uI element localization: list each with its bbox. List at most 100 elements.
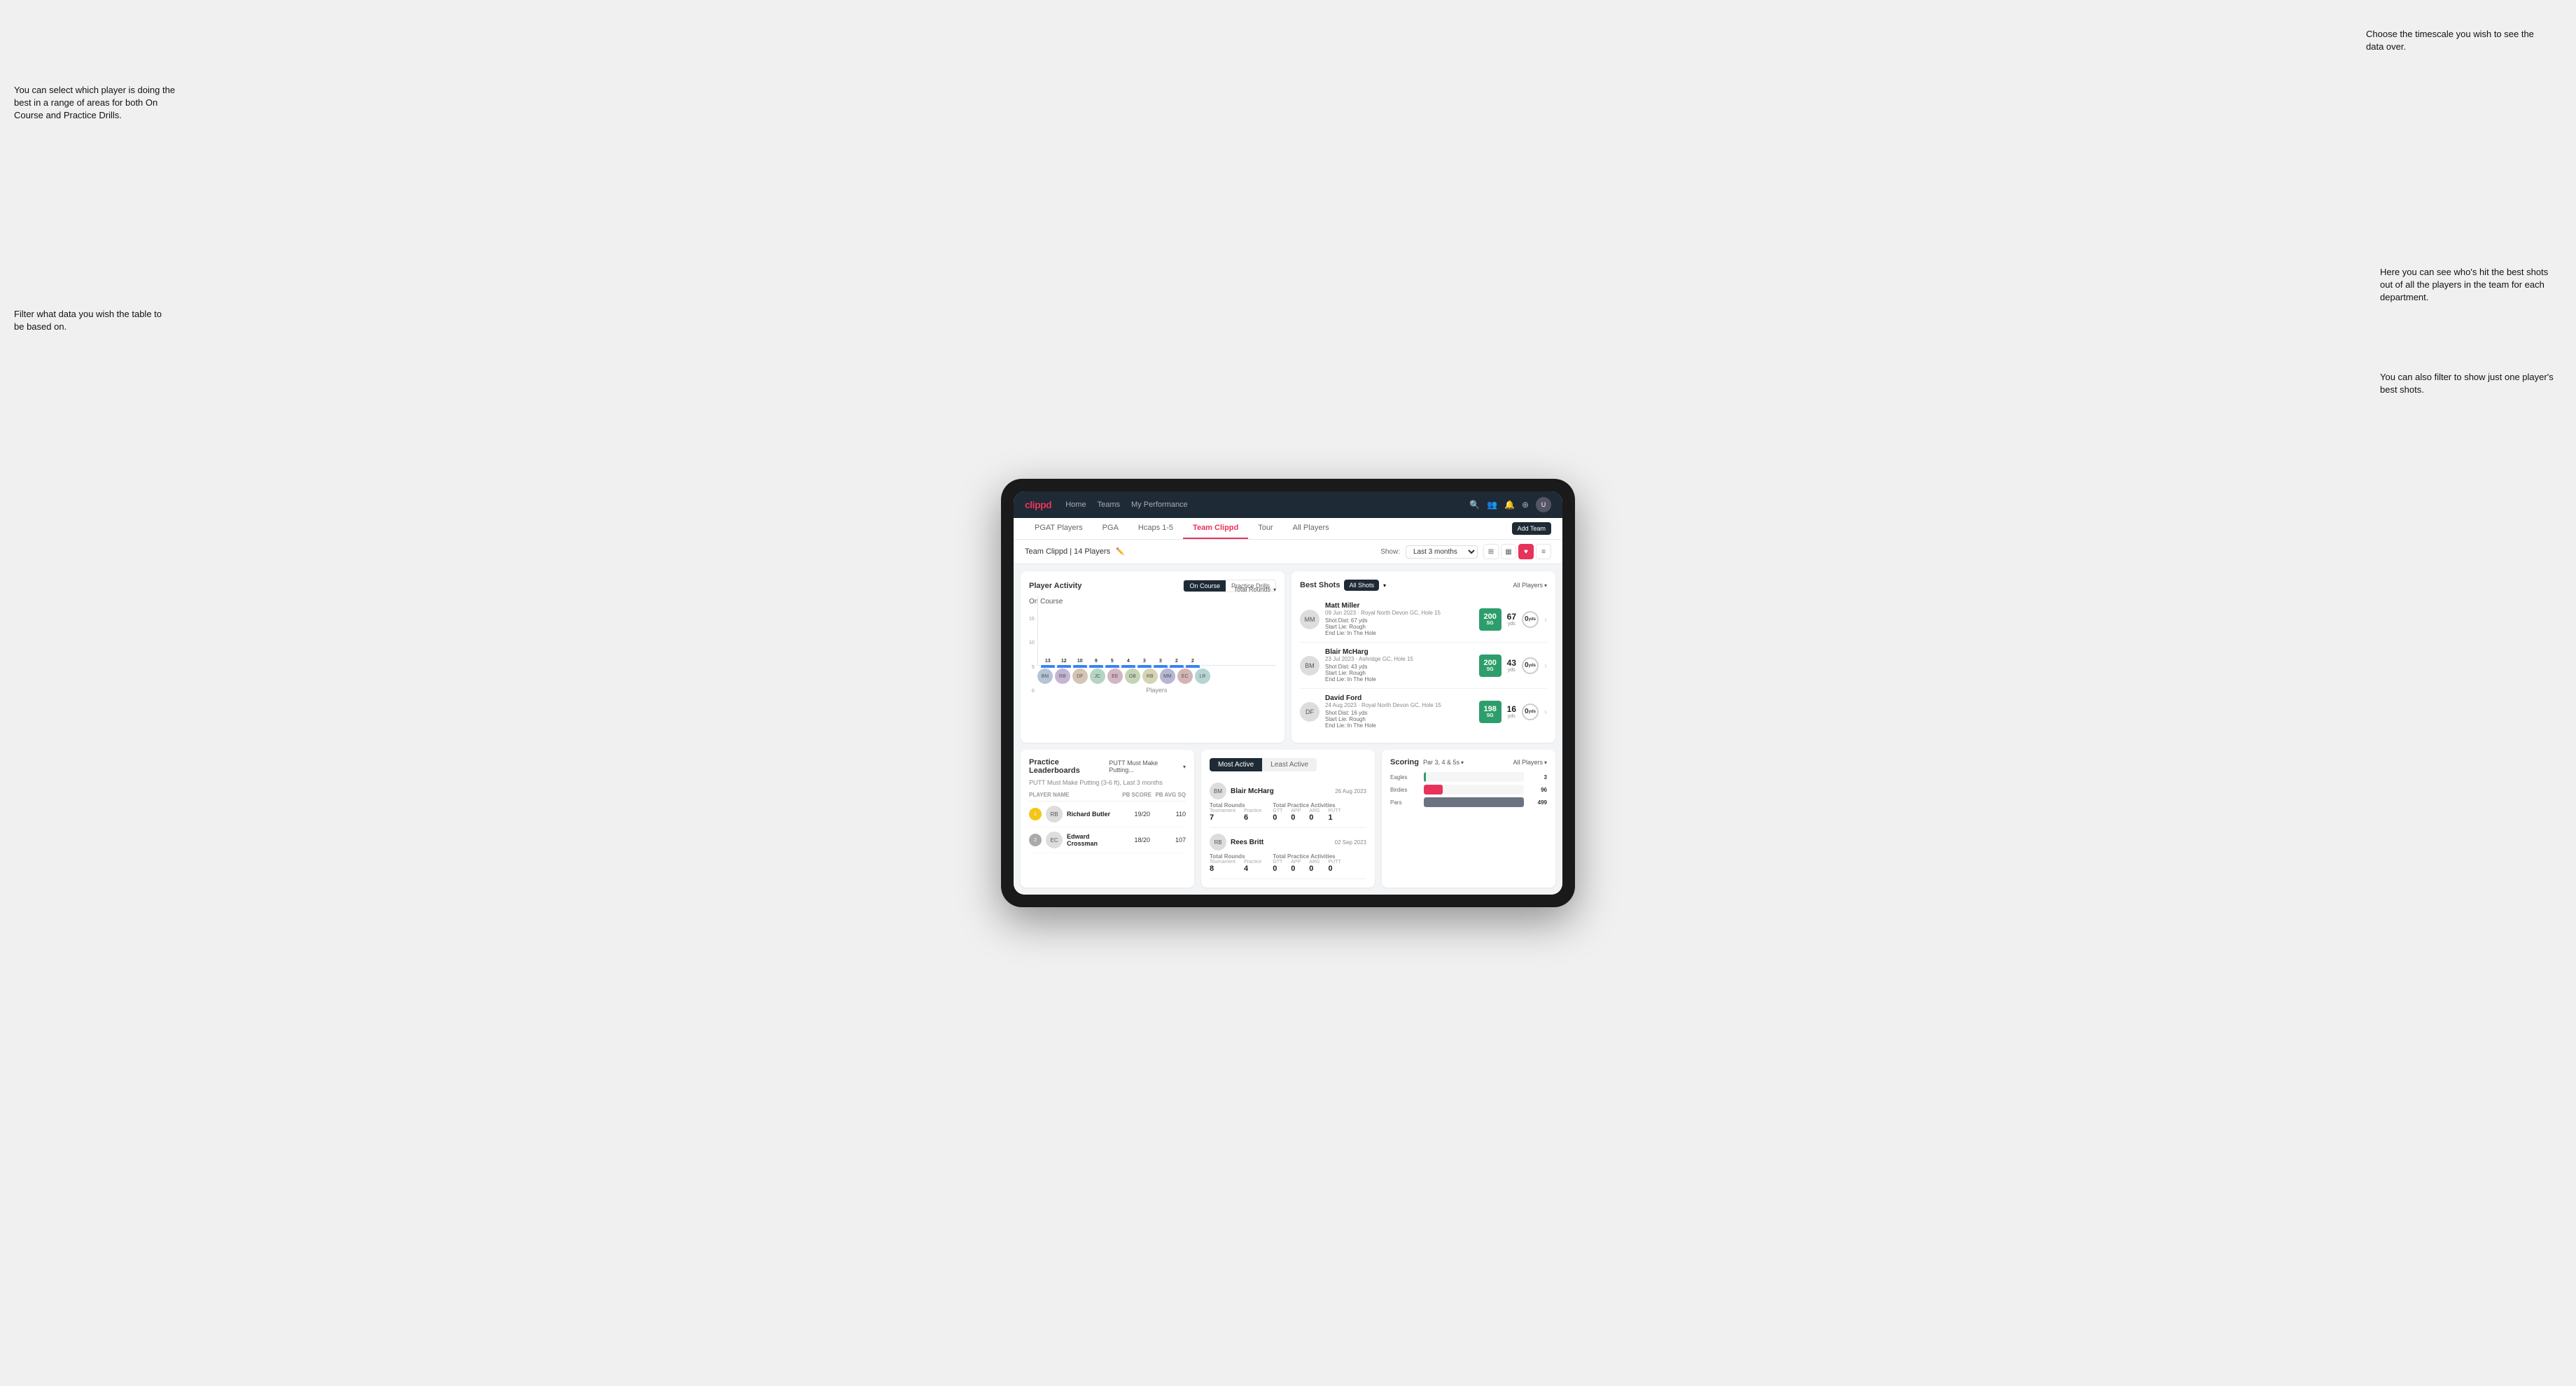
shot-badge-sg: 200 SG: [1479, 608, 1502, 631]
top-nav: clippd Home Teams My Performance 🔍 👥 🔔 ⊕…: [1014, 491, 1562, 518]
tab-pga[interactable]: PGA: [1093, 518, 1128, 539]
all-shots-filter[interactable]: All Shots: [1344, 580, 1379, 591]
practice-activities-group: Total Practice Activities GTT 0 APP 0 AR…: [1273, 853, 1340, 873]
leaderboard-dropdown[interactable]: PUTT Must Make Putting... ▾: [1109, 760, 1186, 774]
scoring-bar-fill: [1424, 772, 1426, 782]
team-name-label: Team Clippd | 14 Players: [1025, 547, 1110, 556]
total-rounds-chevron[interactable]: ▾: [1273, 587, 1276, 593]
shot-entry[interactable]: MM Matt Miller 09 Jun 2023 · Royal North…: [1300, 596, 1547, 643]
practice-leaderboards-card: Practice Leaderboards PUTT Must Make Put…: [1021, 750, 1194, 888]
active-stats-row: Total Rounds Tournament 8 Practice 4 Tot…: [1210, 853, 1366, 873]
scoring-row: Birdies 96: [1390, 785, 1547, 794]
view-icons: ⊞ ▦ ♥ ≡: [1483, 544, 1551, 559]
tab-hcaps[interactable]: Hcaps 1-5: [1128, 518, 1183, 539]
tab-all-players[interactable]: All Players: [1283, 518, 1339, 539]
tab-tour[interactable]: Tour: [1248, 518, 1282, 539]
tab-team-clippd[interactable]: Team Clippd: [1183, 518, 1248, 539]
scoring-filter1[interactable]: Par 3, 4 & 5s ▾: [1423, 759, 1464, 766]
leaderboard-header: Practice Leaderboards PUTT Must Make Put…: [1029, 758, 1186, 775]
bottom-row: Practice Leaderboards PUTT Must Make Put…: [1014, 750, 1562, 895]
practice-activities-label: Total Practice Activities: [1273, 853, 1340, 860]
nav-teams[interactable]: Teams: [1098, 499, 1120, 510]
most-active-tab[interactable]: Most Active: [1210, 758, 1262, 771]
player-avatar-chart[interactable]: MM: [1160, 668, 1175, 684]
heart-view-icon[interactable]: ♥: [1518, 544, 1534, 559]
shot-entry[interactable]: DF David Ford 24 Aug 2023 · Royal North …: [1300, 689, 1547, 734]
shot-entry[interactable]: BM Blair McHarg 23 Jul 2023 · Ashridge G…: [1300, 643, 1547, 689]
tab-pgat-players[interactable]: PGAT Players: [1025, 518, 1093, 539]
edit-icon[interactable]: ✏️: [1116, 548, 1124, 556]
shot-chevron-right[interactable]: ›: [1544, 707, 1547, 717]
active-player-avatar: RB: [1210, 834, 1226, 850]
tab-actions: Add Team: [1512, 522, 1551, 535]
all-players-filter[interactable]: All Players ▾: [1513, 582, 1547, 589]
shot-badge-sg: 200 SG: [1479, 654, 1502, 677]
shot-chevron-right[interactable]: ›: [1544, 615, 1547, 624]
player-avatar-chart[interactable]: EC: [1177, 668, 1193, 684]
bar-group: 2: [1186, 659, 1200, 665]
bar-label: 12: [1061, 659, 1067, 664]
tablet-screen: clippd Home Teams My Performance 🔍 👥 🔔 ⊕…: [1014, 491, 1562, 895]
nav-home[interactable]: Home: [1065, 499, 1086, 510]
player-avatar-chart[interactable]: RB: [1142, 668, 1158, 684]
player-avatar-chart[interactable]: GB: [1125, 668, 1140, 684]
lb-avatar: EC: [1046, 832, 1063, 848]
nav-my-performance[interactable]: My Performance: [1131, 499, 1188, 510]
player-avatar-chart[interactable]: DF: [1072, 668, 1088, 684]
bar-group: 5: [1105, 659, 1119, 665]
player-avatar-chart[interactable]: RB: [1055, 668, 1070, 684]
bar-group: 13: [1041, 659, 1055, 665]
lb-row[interactable]: 2 EC Edward Crossman 18/20 107: [1029, 827, 1186, 853]
player-avatar-chart[interactable]: LR: [1195, 668, 1210, 684]
scoring-chart: Eagles 3 Birdies 96 Pars 499: [1390, 772, 1547, 807]
lb-player-info: Richard Butler: [1067, 811, 1114, 818]
card-view-icon[interactable]: ▦: [1501, 544, 1516, 559]
annotation-player-select: You can select which player is doing the…: [14, 84, 182, 122]
bar-highlight: [1186, 665, 1200, 668]
bar-label: 5: [1111, 659, 1114, 664]
grid-view-icon[interactable]: ⊞: [1483, 544, 1499, 559]
nav-links: Home Teams My Performance: [1065, 499, 1455, 510]
active-player-date: 02 Sep 2023: [1335, 839, 1366, 846]
active-player-date: 26 Aug 2023: [1335, 788, 1366, 794]
bell-icon[interactable]: 🔔: [1504, 500, 1515, 510]
player-avatar-chart[interactable]: BM: [1037, 668, 1053, 684]
scoring-filter2[interactable]: All Players ▾: [1513, 759, 1547, 766]
least-active-tab[interactable]: Least Active: [1262, 758, 1317, 771]
total-rounds-group: Total Rounds Tournament 8 Practice 4: [1210, 853, 1261, 873]
lb-row[interactable]: 1 RB Richard Butler 19/20 110: [1029, 802, 1186, 827]
add-icon[interactable]: ⊕: [1522, 500, 1529, 510]
player-avatar-chart[interactable]: EE: [1107, 668, 1123, 684]
add-team-button[interactable]: Add Team: [1512, 522, 1551, 535]
player-avatar-chart[interactable]: JC: [1090, 668, 1105, 684]
practice-stat: Practice 6: [1244, 808, 1261, 822]
active-player-name: Rees Britt: [1231, 839, 1331, 846]
lb-col-avg: PB AVG SQ: [1154, 792, 1186, 798]
search-icon[interactable]: 🔍: [1469, 500, 1480, 510]
lb-player-name: Richard Butler: [1067, 811, 1114, 818]
lb-avatar: RB: [1046, 806, 1063, 822]
active-player-header: BM Blair McHarg 26 Aug 2023: [1210, 783, 1366, 799]
bar-label: 2: [1191, 659, 1194, 664]
show-label: Show:: [1380, 548, 1400, 556]
all-shots-chevron[interactable]: ▾: [1383, 582, 1386, 589]
users-icon[interactable]: 👥: [1487, 500, 1497, 510]
timescale-select[interactable]: Last 3 months Last 6 months Last 12 mont…: [1406, 545, 1478, 559]
scoring-row-val: 3: [1530, 774, 1547, 780]
shot-result-zero: 0yds: [1522, 704, 1539, 720]
lb-rows-container: 1 RB Richard Butler 19/20 110 2 EC Edwar…: [1029, 802, 1186, 853]
lb-player-name: Edward Crossman: [1067, 833, 1114, 847]
annotation-timescale: Choose the timescale you wish to see the…: [2366, 28, 2548, 53]
lb-player-info: Edward Crossman: [1067, 833, 1114, 847]
shot-chevron-right[interactable]: ›: [1544, 661, 1547, 671]
player-avatars: BMRBDFJCEEGBRBMMECLR: [1037, 668, 1276, 684]
chart-top-row: Total Rounds ▾: [1037, 586, 1276, 593]
gtt-stat: GTT 0: [1273, 808, 1282, 822]
app-stat: APP 0: [1291, 808, 1301, 822]
user-avatar[interactable]: U: [1536, 497, 1551, 512]
active-player-entry: RB Rees Britt 02 Sep 2023 Total Rounds T…: [1210, 828, 1366, 879]
bar-group: 10: [1073, 659, 1087, 665]
list-view-icon[interactable]: ≡: [1536, 544, 1551, 559]
shot-result-zero: 0yds: [1522, 657, 1539, 674]
most-active-header: Most Active Least Active: [1210, 758, 1366, 771]
